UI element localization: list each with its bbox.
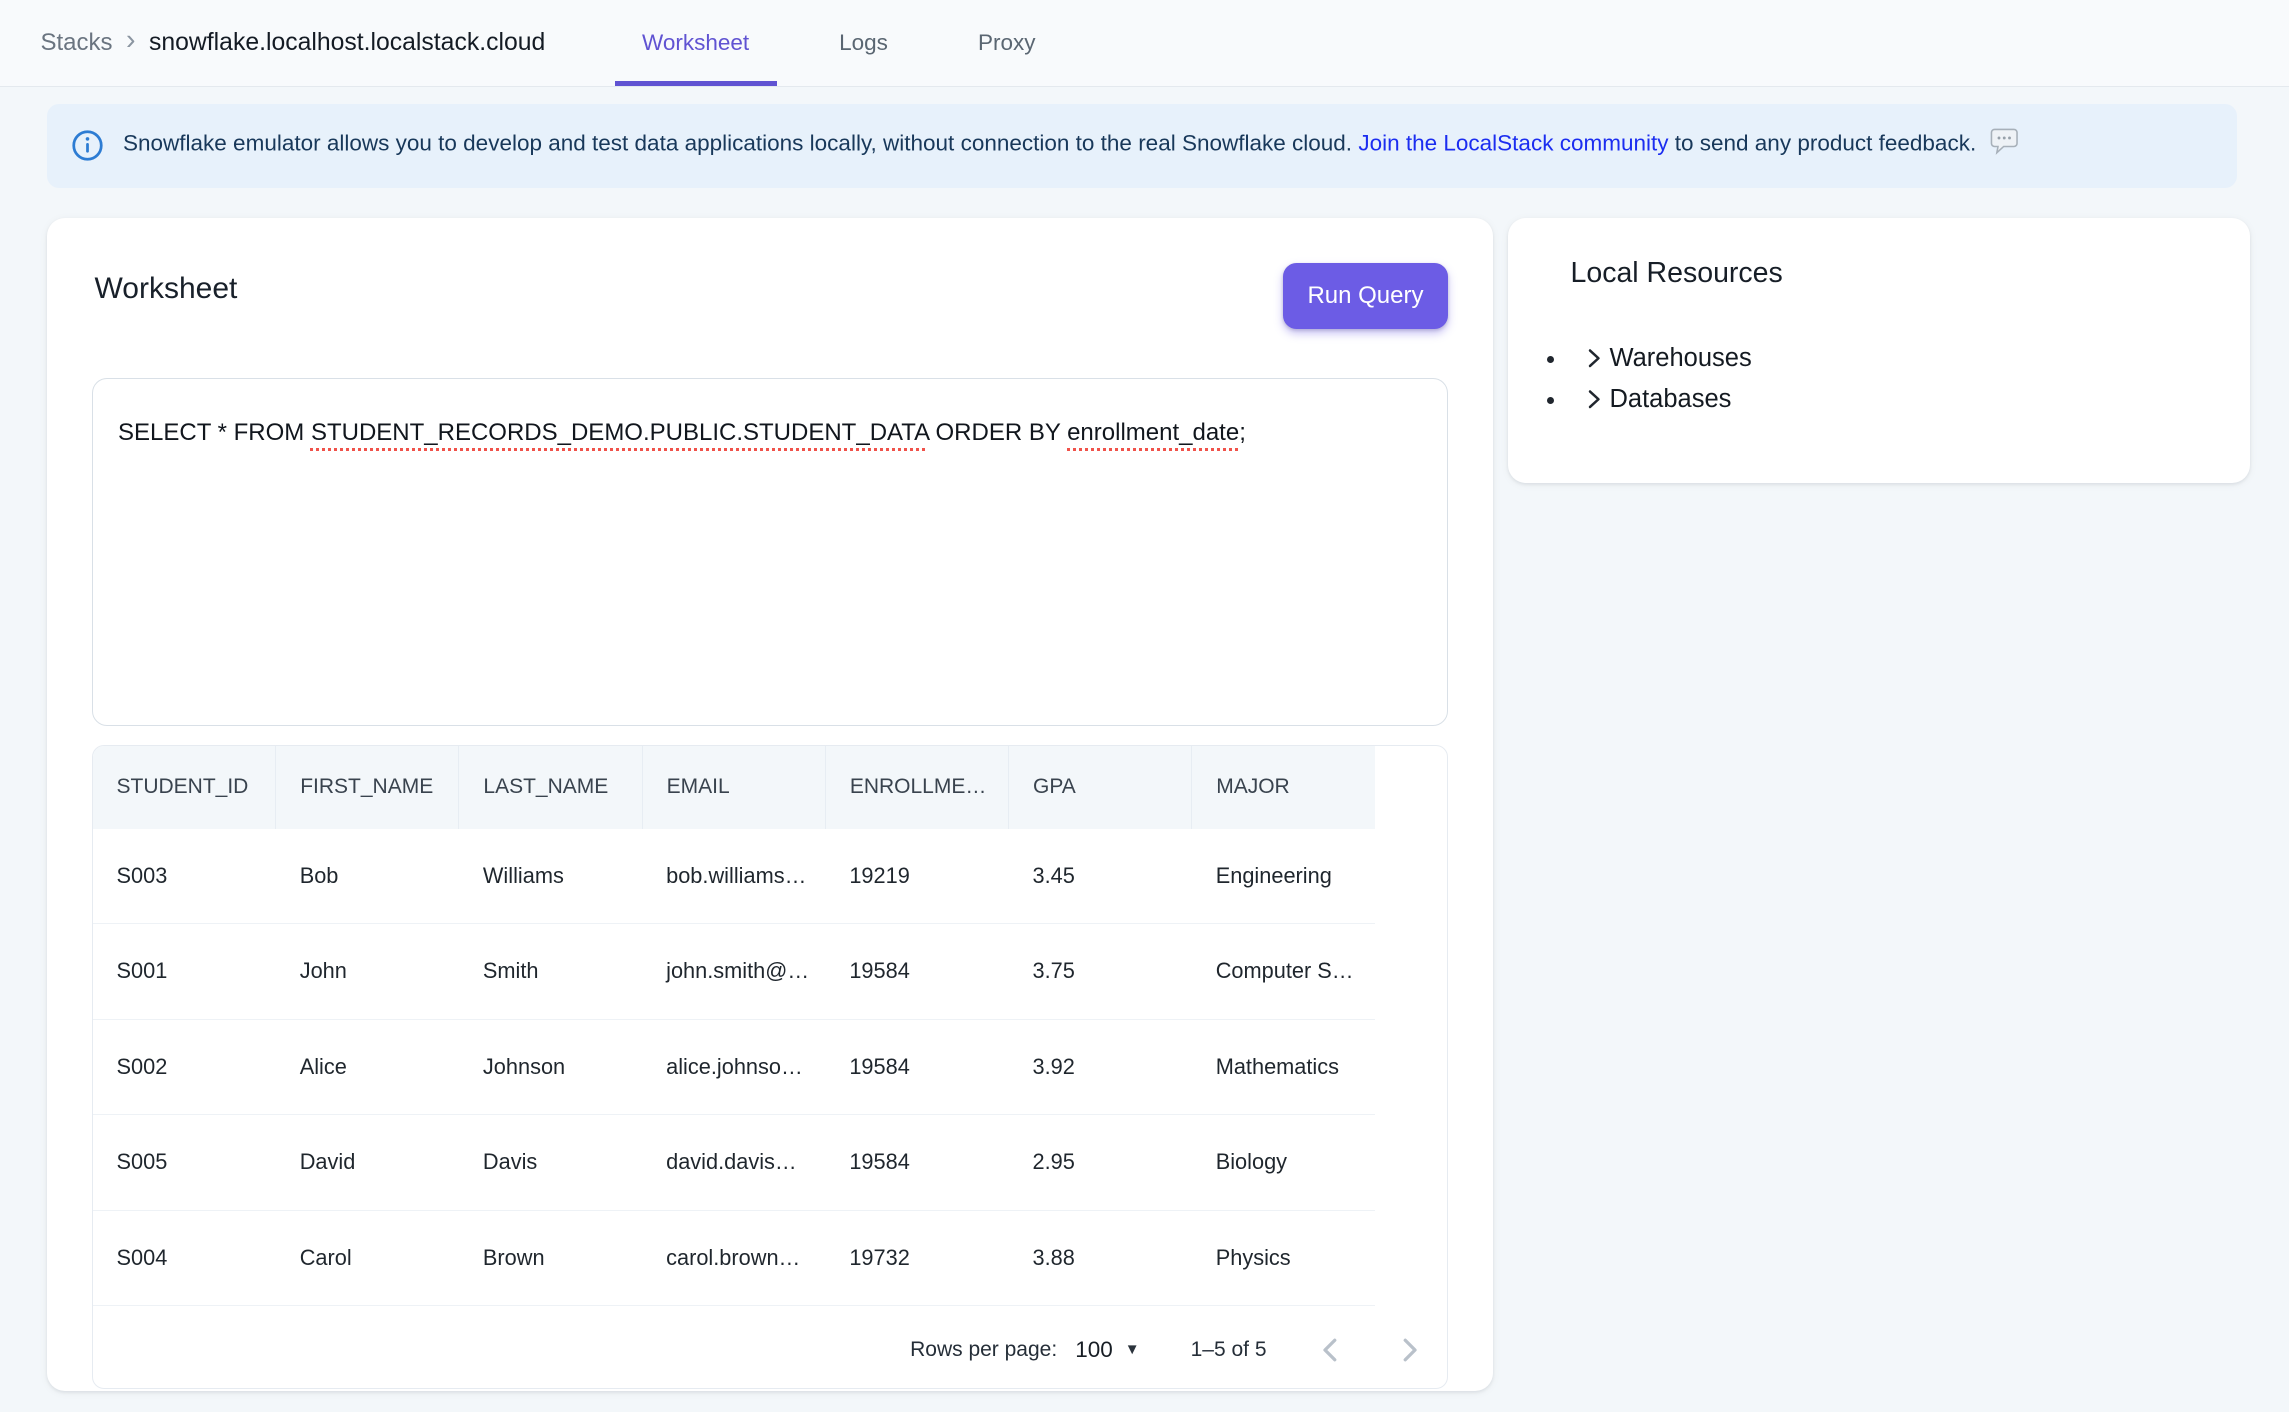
local-resources-tree: Warehouses Databases bbox=[1544, 344, 2215, 414]
cell-last-name: Williams bbox=[459, 829, 642, 924]
breadcrumb-current-stack: snowflake.localhost.localstack.cloud bbox=[149, 29, 545, 57]
tree-item-label: Databases bbox=[1610, 385, 1732, 414]
cell-student-id: S001 bbox=[93, 924, 276, 1020]
cell-email: bob.williams… bbox=[642, 829, 825, 924]
column-header-email: EMAIL bbox=[642, 746, 825, 829]
cell-gpa: 3.88 bbox=[1009, 1210, 1192, 1306]
table-row: S005 David Davis david.davis… 19584 2.95… bbox=[93, 1115, 1376, 1211]
cell-enrollment: 19732 bbox=[825, 1210, 1008, 1306]
banner-text-after: to send any product feedback. bbox=[1668, 131, 1976, 156]
results-table: STUDENT_ID FIRST_NAME LAST_NAME EMAIL EN… bbox=[93, 746, 1376, 1306]
table-row: S002 Alice Johnson alice.johnso… 19584 3… bbox=[93, 1019, 1376, 1115]
cell-email: john.smith@… bbox=[642, 924, 825, 1020]
column-header-enrollment: ENROLLME… bbox=[825, 746, 1008, 829]
breadcrumb: Stacks › snowflake.localhost.localstack.… bbox=[41, 0, 546, 86]
cell-last-name: Davis bbox=[459, 1115, 642, 1211]
cell-gpa: 3.75 bbox=[1009, 924, 1192, 1020]
cell-last-name: Johnson bbox=[459, 1019, 642, 1115]
cell-first-name: David bbox=[276, 1115, 459, 1211]
previous-page-button[interactable] bbox=[1309, 1327, 1354, 1372]
banner-message: Snowflake emulator allows you to develop… bbox=[123, 128, 2018, 162]
active-tab-indicator bbox=[615, 81, 777, 86]
localstack-community-link[interactable]: Join the LocalStack community bbox=[1358, 131, 1668, 156]
local-resources-card: Local Resources Warehouses Databases bbox=[1508, 218, 2251, 484]
cell-major: Biology bbox=[1192, 1115, 1375, 1211]
cell-first-name: Bob bbox=[276, 829, 459, 924]
cell-enrollment: 19584 bbox=[825, 1115, 1008, 1211]
chevron-right-icon bbox=[1583, 347, 1606, 370]
speech-balloon-icon bbox=[1990, 128, 2019, 162]
table-row: S003 Bob Williams bob.williams… 19219 3.… bbox=[93, 829, 1376, 924]
cell-gpa: 3.45 bbox=[1009, 829, 1192, 924]
cell-major: Computer S… bbox=[1192, 924, 1375, 1020]
table-header-row: STUDENT_ID FIRST_NAME LAST_NAME EMAIL EN… bbox=[93, 746, 1376, 829]
cell-major: Mathematics bbox=[1192, 1019, 1375, 1115]
pagination-range: 1–5 of 5 bbox=[1191, 1338, 1267, 1362]
column-header-student-id: STUDENT_ID bbox=[93, 746, 276, 829]
cell-student-id: S004 bbox=[93, 1210, 276, 1306]
column-header-first-name: FIRST_NAME bbox=[276, 746, 459, 829]
info-icon bbox=[71, 129, 104, 162]
tree-item-warehouses[interactable]: Warehouses bbox=[1544, 344, 2215, 373]
column-header-last-name: LAST_NAME bbox=[459, 746, 642, 829]
top-navigation-bar: Stacks › snowflake.localhost.localstack.… bbox=[0, 0, 2289, 87]
cell-first-name: Carol bbox=[276, 1210, 459, 1306]
cell-enrollment: 19219 bbox=[825, 829, 1008, 924]
tab-proxy[interactable]: Proxy bbox=[951, 0, 1063, 86]
table-row: S004 Carol Brown carol.brown… 19732 3.88… bbox=[93, 1210, 1376, 1306]
cell-email: david.davis… bbox=[642, 1115, 825, 1211]
cell-first-name: Alice bbox=[276, 1019, 459, 1115]
column-header-gpa: GPA bbox=[1009, 746, 1192, 829]
cell-enrollment: 19584 bbox=[825, 1019, 1008, 1115]
select-caret-down-icon: ▼ bbox=[1125, 1341, 1140, 1358]
cell-email: carol.brown… bbox=[642, 1210, 825, 1306]
banner-text-before: Snowflake emulator allows you to develop… bbox=[123, 131, 1358, 156]
cell-first-name: John bbox=[276, 924, 459, 1020]
cell-email: alice.johnso… bbox=[642, 1019, 825, 1115]
rows-per-page-value: 100 bbox=[1075, 1337, 1113, 1363]
sql-table-identifier: STUDENT_RECORDS_DEMO.PUBLIC.STUDENT_DATA bbox=[311, 419, 929, 446]
cell-student-id: S003 bbox=[93, 829, 276, 924]
sql-column-identifier: enrollment_date bbox=[1067, 419, 1239, 446]
worksheet-card: Worksheet Run Query SELECT * FROM STUDEN… bbox=[47, 218, 1493, 1391]
sql-text: ORDER BY bbox=[929, 419, 1067, 446]
table-pagination: Rows per page: 100 ▼ 1–5 of 5 bbox=[93, 1306, 1447, 1389]
cell-last-name: Brown bbox=[459, 1210, 642, 1306]
run-query-button[interactable]: Run Query bbox=[1283, 263, 1447, 329]
cell-gpa: 3.92 bbox=[1009, 1019, 1192, 1115]
cell-enrollment: 19584 bbox=[825, 924, 1008, 1020]
sql-text: ; bbox=[1239, 419, 1246, 446]
cell-student-id: S005 bbox=[93, 1115, 276, 1211]
breadcrumb-stacks-link[interactable]: Stacks bbox=[41, 29, 113, 57]
table-row: S001 John Smith john.smith@… 19584 3.75 … bbox=[93, 924, 1376, 1020]
cell-major: Engineering bbox=[1192, 829, 1375, 924]
cell-gpa: 2.95 bbox=[1009, 1115, 1192, 1211]
next-page-button[interactable] bbox=[1387, 1327, 1432, 1372]
info-banner: Snowflake emulator allows you to develop… bbox=[47, 104, 2237, 188]
cell-student-id: S002 bbox=[93, 1019, 276, 1115]
cell-last-name: Smith bbox=[459, 924, 642, 1020]
rows-per-page-select[interactable]: 100 ▼ bbox=[1075, 1337, 1139, 1363]
tab-logs[interactable]: Logs bbox=[812, 0, 915, 86]
worksheet-title: Worksheet bbox=[95, 272, 1448, 306]
chevron-right-icon bbox=[1391, 1332, 1427, 1368]
tab-worksheet[interactable]: Worksheet bbox=[615, 0, 776, 86]
query-results-panel: STUDENT_ID FIRST_NAME LAST_NAME EMAIL EN… bbox=[92, 745, 1448, 1389]
cell-major: Physics bbox=[1192, 1210, 1375, 1306]
tree-item-databases[interactable]: Databases bbox=[1544, 385, 2215, 414]
breadcrumb-separator-icon: › bbox=[126, 26, 136, 59]
tab-bar: Worksheet Logs Proxy bbox=[615, 0, 1062, 86]
chevron-right-icon bbox=[1583, 388, 1606, 411]
column-header-major: MAJOR bbox=[1192, 746, 1375, 829]
sql-text: SELECT * FROM bbox=[118, 419, 311, 446]
sql-editor[interactable]: SELECT * FROM STUDENT_RECORDS_DEMO.PUBLI… bbox=[92, 378, 1448, 726]
rows-per-page-label: Rows per page: bbox=[910, 1338, 1057, 1362]
snowflake-emulator-page: Stacks › snowflake.localhost.localstack.… bbox=[0, 0, 2289, 1412]
chevron-left-icon bbox=[1313, 1332, 1349, 1368]
local-resources-title: Local Resources bbox=[1571, 257, 2215, 290]
tree-item-label: Warehouses bbox=[1610, 344, 1752, 373]
